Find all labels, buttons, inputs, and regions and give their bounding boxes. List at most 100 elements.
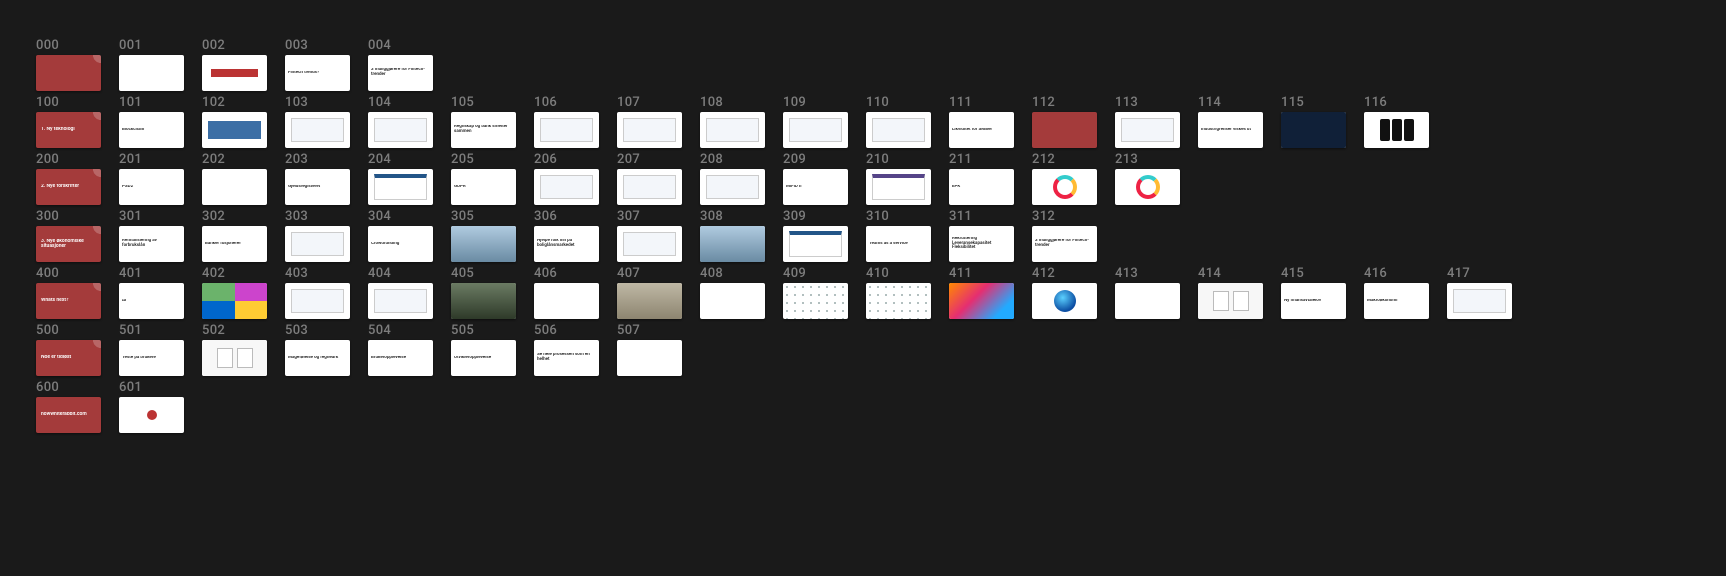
slide-thumbnail[interactable]: EPK [949,169,1014,205]
slide-thumbnail[interactable]: Regnskap og bank smelter sammen [451,112,516,148]
slide-cell[interactable]: 400Whats next? [36,266,101,319]
slide-cell[interactable]: 203Gjeldsregisteret [285,152,350,205]
slide-cell[interactable]: 505Utvikleropplevelse [451,323,516,376]
slide-thumbnail[interactable] [1032,169,1097,205]
slide-cell[interactable]: 103 [285,95,350,148]
slide-thumbnail[interactable] [617,112,682,148]
slide-thumbnail[interactable]: Utvikleropplevelse [451,340,516,376]
slide-thumbnail[interactable] [700,169,765,205]
slide-cell[interactable]: 412 [1032,266,1097,319]
slide-cell[interactable]: 302Banker fusjonerer [202,209,267,262]
slide-thumbnail[interactable]: Blockchain [119,112,184,148]
slide-thumbnail[interactable] [202,112,267,148]
slide-cell[interactable]: 309 [783,209,848,262]
slide-thumbnail[interactable] [700,226,765,262]
slide-thumbnail[interactable]: Refinansiering av forbrukslån [119,226,184,262]
slide-cell[interactable]: 501Teste på brukere [119,323,184,376]
slide-cell[interactable]: 502 [202,323,267,376]
slide-thumbnail[interactable] [617,169,682,205]
slide-cell[interactable]: 113 [1115,95,1180,148]
slide-thumbnail[interactable] [949,283,1014,319]
slide-thumbnail[interactable] [1115,169,1180,205]
slide-thumbnail[interactable] [368,169,433,205]
slide-thumbnail[interactable] [119,55,184,91]
slide-cell[interactable]: 410 [866,266,931,319]
slide-cell[interactable]: 306Hjelpe folk inn på boliglånsmarkedet [534,209,599,262]
slide-thumbnail[interactable]: 3 muliggjørere for Fintech-trender [1032,226,1097,262]
slide-cell[interactable]: 301Refinansiering av forbrukslån [119,209,184,262]
slide-cell[interactable]: 101Blockchain [119,95,184,148]
slide-cell[interactable]: 106 [534,95,599,148]
slide-thumbnail[interactable]: Industrigrenser viskes ut [1198,112,1263,148]
slide-thumbnail[interactable] [451,283,516,319]
slide-thumbnail[interactable] [866,112,931,148]
slide-thumbnail[interactable]: Makroøkonomi [1364,283,1429,319]
slide-cell[interactable]: 3003. Nye økonomiske situasjoner [36,209,101,262]
slide-cell[interactable]: 002 [202,38,267,91]
slide-cell[interactable]: 104 [368,95,433,148]
slide-thumbnail[interactable] [866,169,931,205]
slide-cell[interactable]: 0043 muliggjørere for Fintech-trender [368,38,433,91]
slide-thumbnail[interactable]: Brukeropplevelse [368,340,433,376]
slide-cell[interactable]: 403 [285,266,350,319]
slide-thumbnail[interactable]: 1. Ny teknologi [36,112,101,148]
slide-cell[interactable]: 003Fintech trends? [285,38,350,91]
slide-thumbnail[interactable] [1032,112,1097,148]
slide-thumbnail[interactable] [202,283,267,319]
slide-thumbnail[interactable] [1115,283,1180,319]
slide-cell[interactable]: 305 [451,209,516,262]
slide-cell[interactable]: 3123 muliggjørere for Fintech-trender [1032,209,1097,262]
slide-cell[interactable]: 109 [783,95,848,148]
slide-cell[interactable]: 500Noe er tidløst [36,323,101,376]
slide-cell[interactable]: 414 [1198,266,1263,319]
slide-cell[interactable]: 204 [368,152,433,205]
slide-cell[interactable]: 413 [1115,266,1180,319]
slide-thumbnail[interactable] [617,226,682,262]
slide-cell[interactable]: 208 [700,152,765,205]
slide-cell[interactable]: 409 [783,266,848,319]
slide-thumbnail[interactable]: Teams as a service [866,226,931,262]
slide-thumbnail[interactable]: Rekruttering Leveransekapasitet Fleksibi… [949,226,1014,262]
slide-thumbnail[interactable] [700,283,765,319]
slide-cell[interactable]: 210 [866,152,931,205]
slide-cell[interactable]: 213 [1115,152,1180,205]
slide-thumbnail[interactable] [534,283,599,319]
slide-cell[interactable]: 107 [617,95,682,148]
slide-cell[interactable]: 407 [617,266,682,319]
slide-thumbnail[interactable]: Banker fusjonerer [202,226,267,262]
slide-cell[interactable]: 116 [1364,95,1429,148]
slide-thumbnail[interactable] [1281,112,1346,148]
slide-thumbnail[interactable]: Likviditet for SMBer [949,112,1014,148]
slide-thumbnail[interactable] [285,226,350,262]
slide-cell[interactable]: 205GDPR [451,152,516,205]
slide-thumbnail[interactable] [36,55,101,91]
slide-thumbnail[interactable] [534,112,599,148]
slide-thumbnail[interactable] [368,112,433,148]
slide-thumbnail[interactable]: 3 muliggjørere for Fintech-trender [368,55,433,91]
slide-cell[interactable]: 115 [1281,95,1346,148]
slide-cell[interactable]: 506Se hele prosessen som en helhet [534,323,599,376]
slide-thumbnail[interactable]: 2. Nye forskrifter [36,169,101,205]
slide-thumbnail[interactable] [1032,283,1097,319]
slide-cell[interactable]: 202 [202,152,267,205]
slide-thumbnail[interactable]: Teste på brukere [119,340,184,376]
slide-cell[interactable]: 503Magefølelse og regneark [285,323,350,376]
slide-thumbnail[interactable]: Hjelpe folk inn på boliglånsmarkedet [534,226,599,262]
slide-cell[interactable]: 601 [119,380,184,433]
slide-thumbnail[interactable] [285,283,350,319]
slide-thumbnail[interactable]: Whats next? [36,283,101,319]
slide-thumbnail[interactable] [202,340,267,376]
slide-cell[interactable]: 507 [617,323,682,376]
slide-thumbnail[interactable] [202,55,267,91]
slide-cell[interactable]: 110 [866,95,931,148]
slide-thumbnail[interactable]: Noe er tidløst [36,340,101,376]
slide-cell[interactable]: 114Industrigrenser viskes ut [1198,95,1263,148]
slide-thumbnail[interactable] [285,112,350,148]
slide-cell[interactable]: 000 [36,38,101,91]
slide-cell[interactable]: 304Crowdfunding [368,209,433,262]
slide-thumbnail[interactable] [783,226,848,262]
slide-cell[interactable]: 206 [534,152,599,205]
slide-thumbnail[interactable]: Gjeldsregisteret [285,169,350,205]
slide-cell[interactable]: 404 [368,266,433,319]
slide-cell[interactable]: 001 [119,38,184,91]
